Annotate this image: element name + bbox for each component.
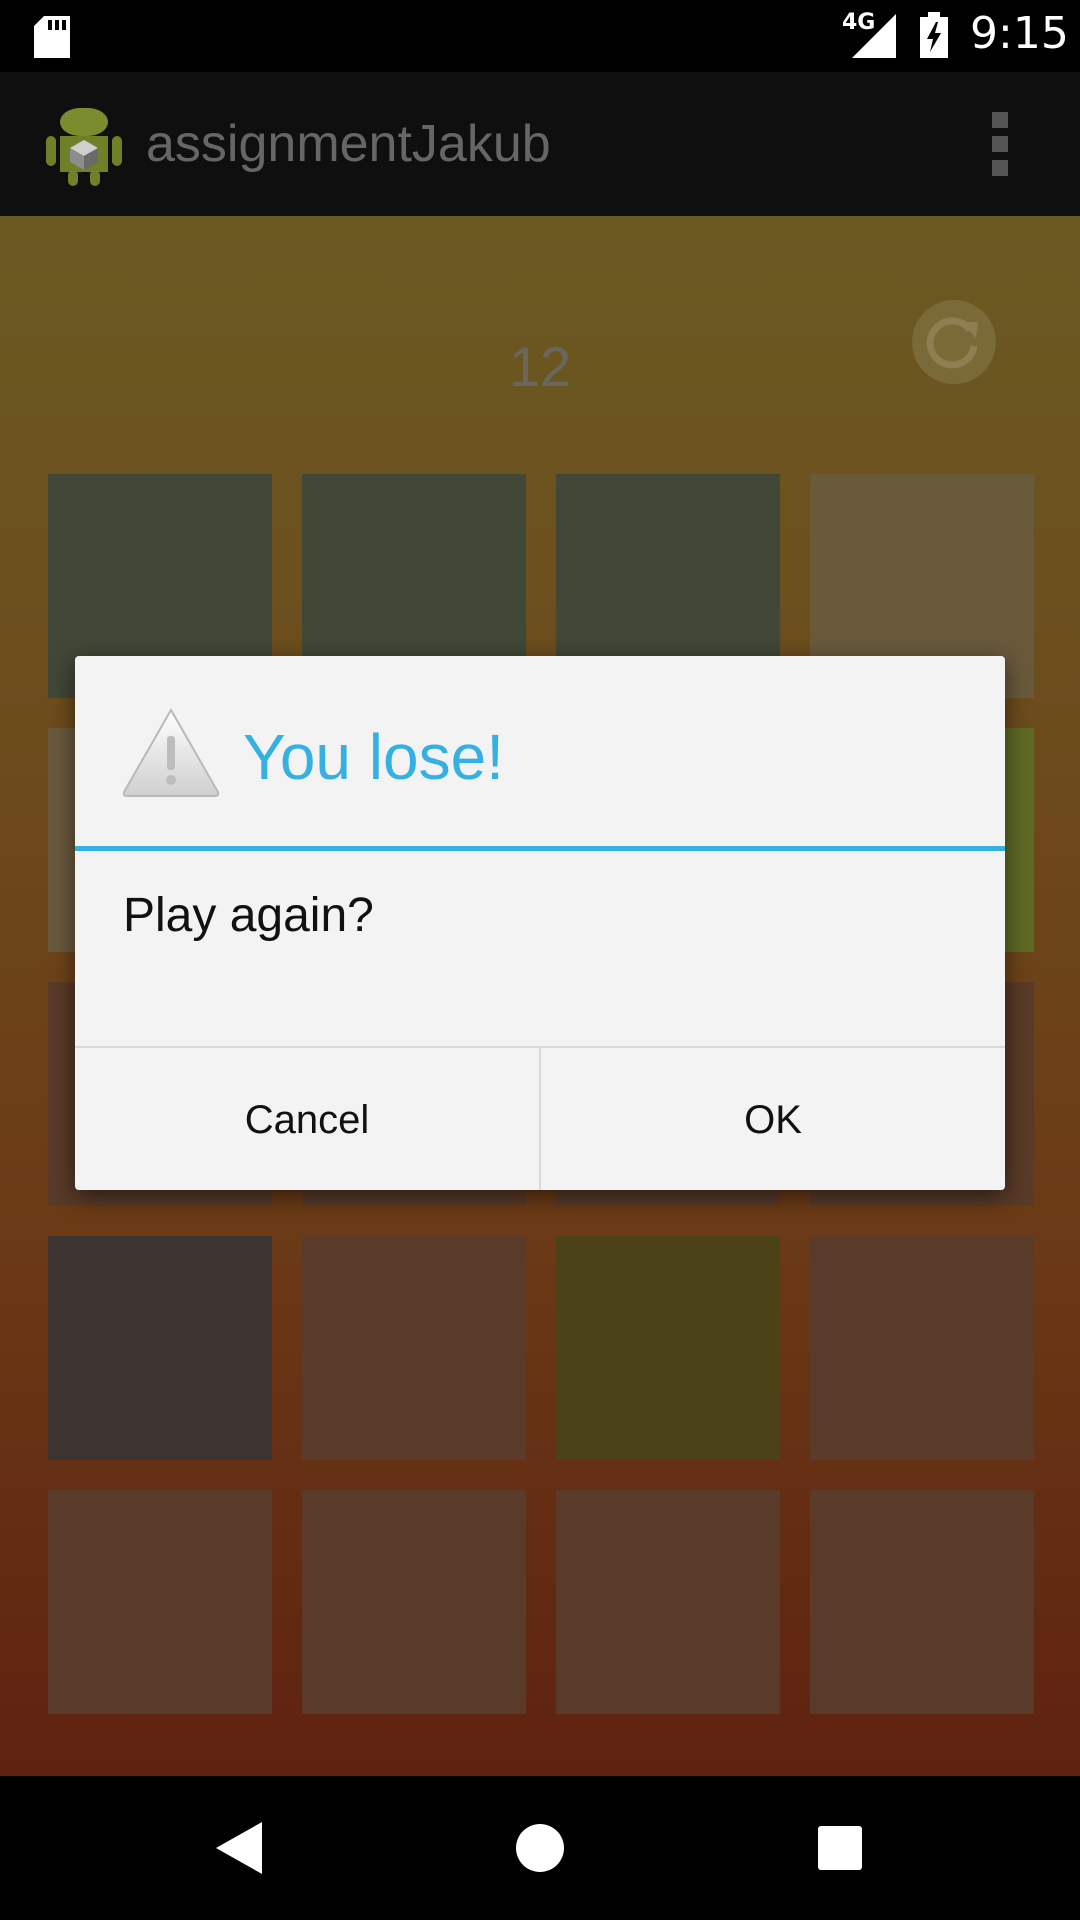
status-bar: 4G 9:15 xyxy=(0,0,1080,72)
grid-tile[interactable] xyxy=(302,1490,526,1714)
dialog-title: You lose! xyxy=(243,721,504,793)
cancel-button[interactable]: Cancel xyxy=(75,1048,541,1190)
dialog-divider xyxy=(75,846,1005,851)
grid-tile[interactable] xyxy=(810,1490,1034,1714)
refresh-icon xyxy=(926,317,978,369)
grid-tile[interactable] xyxy=(48,1490,272,1714)
action-bar: assignmentJakub xyxy=(0,72,1080,216)
warning-icon xyxy=(122,707,220,797)
overflow-menu-icon[interactable] xyxy=(980,112,1020,176)
signal-icon xyxy=(852,14,896,58)
navigation-bar xyxy=(0,1776,1080,1920)
android-app-icon xyxy=(46,108,122,186)
dialog-message: Play again? xyxy=(123,889,374,942)
grid-tile[interactable] xyxy=(48,1236,272,1460)
grid-tile[interactable] xyxy=(556,1236,780,1460)
grid-tile[interactable] xyxy=(556,1490,780,1714)
ok-button[interactable]: OK xyxy=(541,1048,1005,1190)
grid-tile[interactable] xyxy=(302,1236,526,1460)
dialog-header: You lose! xyxy=(75,656,1005,846)
recents-icon[interactable] xyxy=(816,1820,864,1876)
battery-charging-icon xyxy=(920,12,948,58)
refresh-button[interactable] xyxy=(912,300,996,384)
back-icon[interactable] xyxy=(214,1820,264,1876)
alert-dialog: You lose! Play again? Cancel OK xyxy=(75,656,1005,1190)
clock: 9:15 xyxy=(970,8,1069,59)
sd-card-icon xyxy=(34,16,70,58)
home-icon[interactable] xyxy=(514,1820,566,1876)
dialog-buttons: Cancel OK xyxy=(75,1046,1005,1190)
app-title: assignmentJakub xyxy=(146,115,551,173)
grid-tile[interactable] xyxy=(810,1236,1034,1460)
